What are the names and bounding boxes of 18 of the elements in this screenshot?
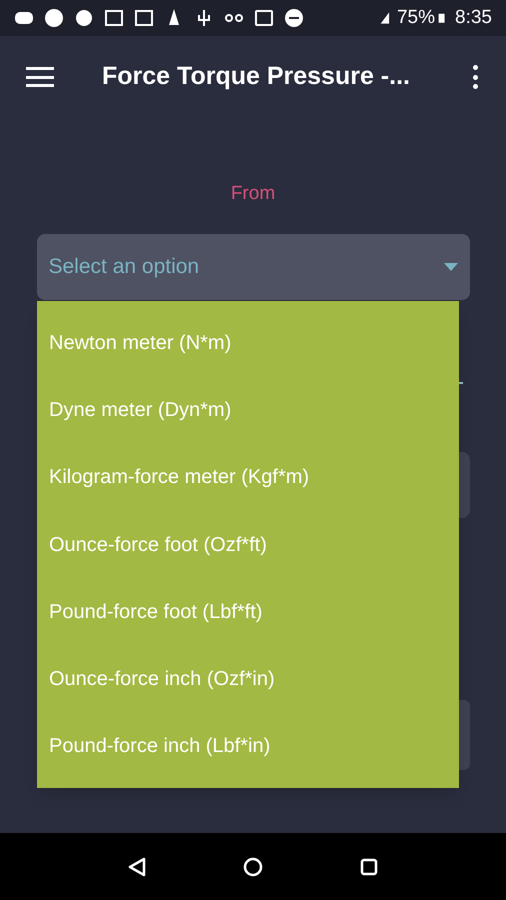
minus-circle-icon	[284, 8, 304, 28]
from-select-field[interactable]: Select an option	[36, 234, 470, 300]
recent-apps-icon[interactable]	[360, 858, 378, 876]
clock-time: 8:35	[455, 6, 492, 30]
back-icon[interactable]	[128, 856, 146, 876]
dropdown-option[interactable]: Kilogram-force meter (Kgf*m)	[37, 444, 459, 511]
dropdown-option[interactable]: Newton meter (N*m)	[37, 309, 459, 376]
battery-percent: 75%	[396, 6, 436, 30]
dropdown-option[interactable]: Dyne meter (Dyn*m)	[37, 376, 459, 444]
dropdown-option[interactable]: Ounce-force inch (Ozf*in)	[37, 645, 459, 713]
home-icon[interactable]	[242, 856, 263, 876]
app-title: Force Torque Pressure -...	[102, 61, 410, 92]
dropdown-option[interactable]: Pound-force foot (Lbf*ft)	[37, 578, 459, 646]
menu-button[interactable]	[26, 65, 54, 89]
dropdown-option[interactable]: Pound-force inch (Lbf*in)	[37, 712, 459, 780]
dropdown-caret-icon	[444, 262, 458, 270]
from-label: From	[230, 182, 276, 206]
dropdown-option[interactable]: Ounce-force foot (Ozf*ft)	[37, 510, 459, 578]
